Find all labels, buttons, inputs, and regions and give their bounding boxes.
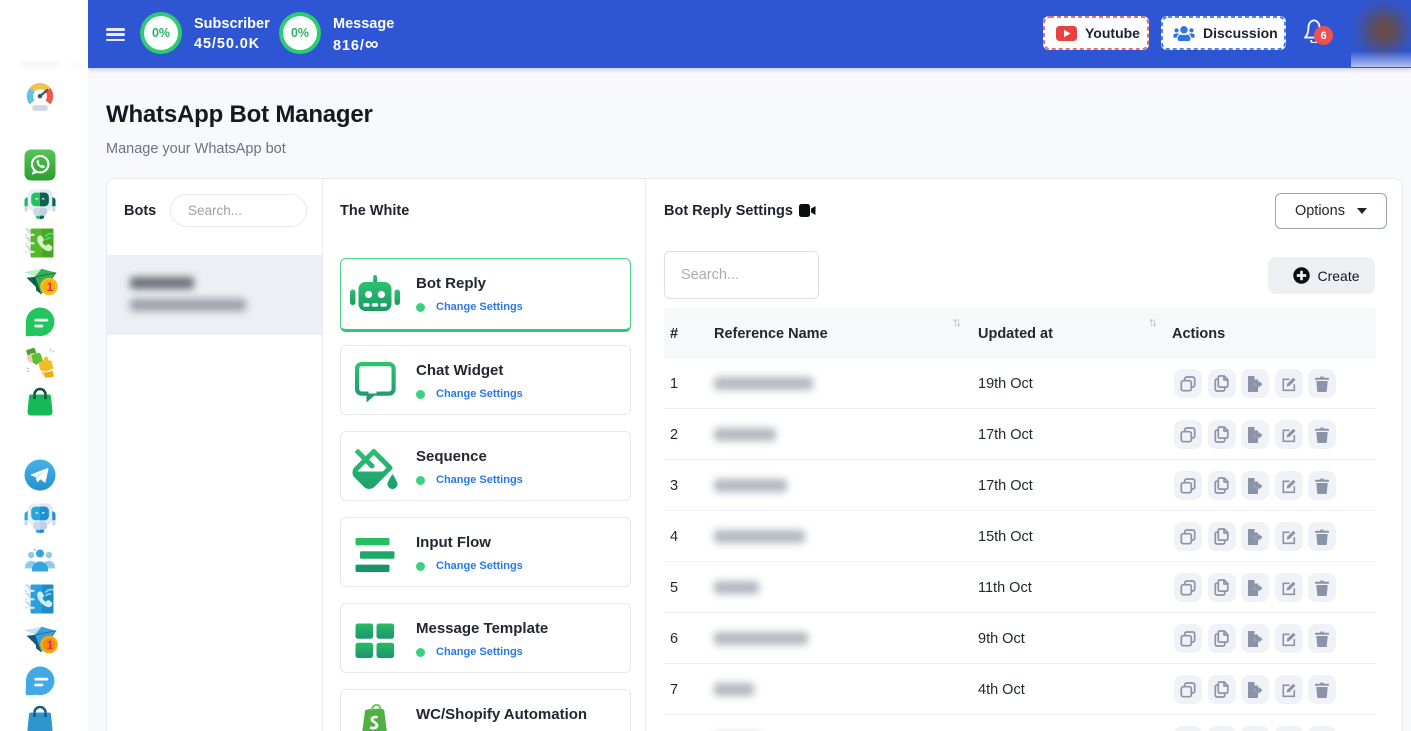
svg-text:1: 1 (47, 282, 54, 294)
svg-text:1: 1 (47, 640, 54, 652)
